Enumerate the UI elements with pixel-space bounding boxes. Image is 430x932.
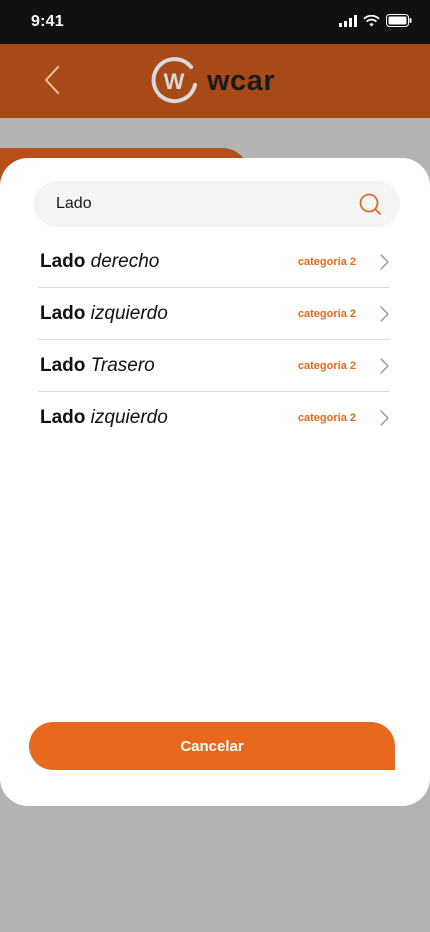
list-item[interactable]: Lado derecho categoria 2 (38, 236, 390, 288)
item-title-rest: derecho (90, 251, 160, 272)
item-title-bold: Lado (40, 407, 86, 428)
chevron-right-icon (380, 254, 389, 270)
search-input[interactable] (56, 181, 346, 227)
search-icon[interactable] (358, 192, 382, 216)
logo-mark-text: W (164, 69, 185, 94)
list-item[interactable]: Lado izquierdo categoria 2 (38, 288, 390, 340)
logo: W wcar (151, 55, 275, 107)
result-list: Lado derecho categoria 2 Lado izquierdo … (38, 236, 390, 444)
list-item[interactable]: Lado izquierdo categoria 2 (38, 392, 390, 444)
logo-mark-icon: W (151, 57, 197, 104)
item-category: categoria 2 (297, 256, 356, 268)
search-modal: Lado derecho categoria 2 Lado izquierdo … (0, 158, 430, 806)
back-button[interactable] (36, 60, 68, 100)
cancel-button[interactable]: Cancelar (29, 722, 395, 770)
status-bar: 9:41 (0, 0, 430, 44)
item-title: Lado izquierdo (40, 407, 168, 429)
signal-icon (339, 14, 357, 27)
search-box (34, 181, 400, 227)
item-title-bold: Lado (40, 251, 86, 272)
item-title-bold: Lado (40, 303, 86, 324)
chevron-right-icon (380, 410, 389, 426)
item-title: Lado izquierdo (40, 303, 168, 325)
chevron-left-icon (45, 66, 59, 94)
wifi-icon (363, 14, 380, 26)
status-icons (339, 14, 412, 27)
status-time: 9:41 (31, 13, 64, 30)
item-title-bold: Lado (40, 355, 86, 376)
item-category: categoria 2 (297, 308, 356, 320)
item-title-rest: izquierdo (90, 407, 168, 428)
item-title-rest: Trasero (90, 355, 155, 376)
chevron-right-icon (380, 306, 389, 322)
item-category: categoria 2 (297, 412, 356, 424)
item-title: Lado Trasero (40, 355, 155, 377)
logo-text: wcar (207, 64, 276, 97)
item-category: categoria 2 (297, 360, 356, 372)
list-item[interactable]: Lado Trasero categoria 2 (38, 340, 390, 392)
app-header: W wcar (0, 44, 430, 118)
chevron-right-icon (380, 358, 389, 374)
item-title: Lado derecho (40, 251, 159, 273)
item-title-rest: izquierdo (90, 303, 168, 324)
battery-icon (386, 14, 412, 27)
